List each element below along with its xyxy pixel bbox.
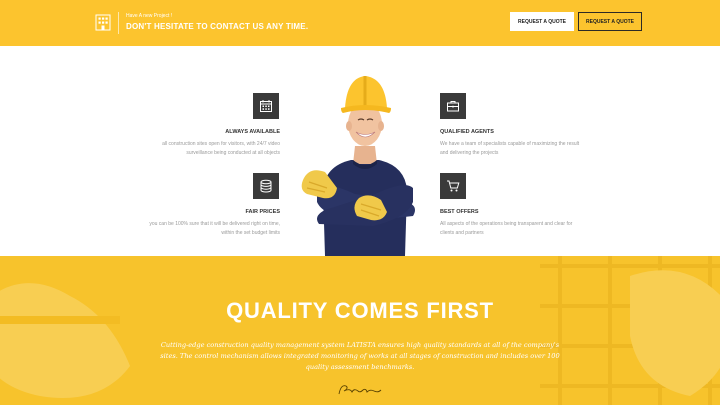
building-icon xyxy=(95,14,111,31)
hands-background-image xyxy=(0,283,130,398)
feature-desc: you can be 100% sure that it will be del… xyxy=(149,221,280,236)
feature-title: ALWAYS AVAILABLE xyxy=(225,129,280,135)
feature-icon-box xyxy=(440,93,466,119)
plaid-shirt-background-image xyxy=(540,256,720,405)
request-quote-button[interactable]: REQUEST A QUOTE xyxy=(510,12,574,31)
construction-worker-image xyxy=(301,76,415,256)
feature-icon-box xyxy=(253,93,279,119)
feature-fair-prices: FAIR PRICES you can be 100% sure that it… xyxy=(120,173,280,243)
feature-icon-box xyxy=(440,173,466,199)
section-body-text: Cutting-edge construction quality manage… xyxy=(160,341,560,371)
briefcase-icon xyxy=(447,101,459,112)
feature-desc: All aspects of the operations being tran… xyxy=(440,221,573,236)
request-quote-outline-button[interactable]: REQUEST A QUOTE xyxy=(578,12,642,31)
calendar-icon xyxy=(260,100,272,112)
feature-best-offers: BEST OFFERS All aspects of the operation… xyxy=(440,173,600,243)
feature-qualified-agents: QUALIFIED AGENTS We have a team of speci… xyxy=(440,93,600,163)
feature-title: BEST OFFERS xyxy=(440,209,479,215)
feature-desc: We have a team of specialists capable of… xyxy=(440,141,580,156)
top-bar: Have A new Project ! DON'T HESITATE TO C… xyxy=(0,0,720,46)
feature-desc: all construction sites open for visitors… xyxy=(162,141,280,156)
coins-icon xyxy=(260,179,272,193)
divider xyxy=(118,12,119,34)
feature-icon-box xyxy=(253,173,279,199)
signature-image xyxy=(338,385,382,395)
feature-always-available: ALWAYS AVAILABLE all construction sites … xyxy=(120,93,280,163)
quality-section: QUALITY COMES FIRST Cutting-edge constru… xyxy=(0,256,720,405)
section-headline: QUALITY COMES FIRST xyxy=(226,298,494,323)
contact-cta-text: DON'T HESITATE TO CONTACT US ANY TIME. xyxy=(126,22,309,31)
cart-icon xyxy=(447,180,460,192)
contact-kicker: Have A new Project ! xyxy=(126,13,173,19)
feature-title: QUALIFIED AGENTS xyxy=(440,129,494,135)
feature-title: FAIR PRICES xyxy=(245,209,280,215)
